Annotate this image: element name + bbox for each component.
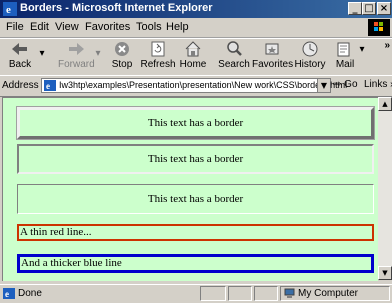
title-bar[interactable]: e Borders - Microsoft Internet Explorer … [0, 0, 392, 18]
groove-border-box: This text has a border [17, 184, 374, 214]
svg-text:e: e [46, 81, 50, 91]
status-text: Done [18, 288, 42, 299]
maximize-button[interactable]: □ [362, 2, 376, 15]
home-button[interactable]: Home [178, 40, 208, 74]
history-label: History [294, 59, 326, 70]
menu-file[interactable]: File [6, 21, 24, 33]
address-label: Address [2, 80, 39, 91]
history-button[interactable]: History [292, 40, 328, 74]
status-panel [254, 286, 278, 301]
window-title: Borders - Microsoft Internet Explorer [20, 2, 213, 14]
page-content: This text has a border This text has a b… [2, 97, 378, 281]
vertical-scrollbar[interactable]: ▲ ▼ [378, 97, 392, 280]
go-arrow-icon: ⇨ [333, 79, 342, 90]
history-icon [302, 41, 318, 57]
stop-button[interactable]: Stop [106, 40, 138, 74]
thick-blue-border-box: And a thicker blue line [17, 254, 374, 273]
address-url: Iw3htp\examples\Presentation\presentatio… [59, 80, 348, 90]
go-label: Go [344, 79, 358, 90]
svg-text:e: e [6, 4, 11, 16]
go-button[interactable]: ⇨ Go [333, 79, 358, 90]
status-panel [228, 286, 252, 301]
mail-button[interactable]: Mail [332, 40, 358, 74]
back-label: Back [8, 59, 32, 70]
forward-label: Forward [58, 59, 95, 70]
search-icon [227, 41, 242, 56]
status-panel [200, 286, 226, 301]
address-input[interactable]: e Iw3htp\examples\Presentation\presentat… [41, 78, 347, 93]
svg-text:e: e [5, 289, 9, 299]
back-button[interactable]: Back [2, 40, 38, 74]
thin-red-border-box: A thin red line... [17, 224, 374, 241]
search-button[interactable]: Search [216, 40, 252, 74]
browser-window: e Borders - Microsoft Internet Explorer … [0, 0, 392, 303]
refresh-label: Refresh [140, 59, 176, 70]
zone-text: My Computer [298, 288, 359, 299]
ie-icon: e [3, 2, 17, 16]
inset-border-box: This text has a border [17, 144, 374, 174]
mail-label: Mail [335, 59, 355, 70]
forward-arrow-icon [69, 43, 84, 55]
favorites-icon [265, 43, 279, 55]
menu-help[interactable]: Help [166, 21, 189, 33]
menu-tools[interactable]: Tools [136, 21, 162, 33]
menu-view[interactable]: View [55, 21, 79, 33]
status-bar: e Done My Computer [0, 284, 392, 303]
favorites-button[interactable]: Favorites [252, 40, 294, 74]
favorites-label: Favorites [252, 59, 294, 70]
address-dropdown-button[interactable]: ▼ [317, 79, 330, 92]
computer-icon [284, 288, 295, 298]
page-icon: e [44, 80, 56, 91]
outset-border-box: This text has a border [16, 106, 375, 140]
page-status-icon: e [3, 288, 15, 299]
links-button[interactable]: Links » [364, 79, 392, 90]
mail-icon [337, 42, 350, 57]
stop-label: Stop [111, 59, 133, 70]
menu-favorites[interactable]: Favorites [85, 21, 130, 33]
forward-button[interactable]: Forward [58, 40, 95, 74]
minimize-button[interactable]: _ [348, 2, 362, 15]
windows-logo [368, 19, 390, 36]
windows-flag-icon [374, 22, 383, 31]
refresh-button[interactable]: Refresh [140, 40, 176, 74]
standard-toolbar: Back ▾ Forward ▾ Stop Refresh Home Searc… [0, 38, 392, 76]
menu-bar: File Edit View Favorites Tools Help [0, 18, 392, 38]
close-button[interactable]: × [377, 2, 391, 15]
scroll-down-arrow-icon[interactable]: ▼ [378, 266, 392, 280]
home-label: Home [179, 59, 207, 70]
home-icon [185, 41, 201, 57]
stop-icon [115, 42, 129, 56]
refresh-icon [151, 41, 165, 57]
scroll-up-arrow-icon[interactable]: ▲ [378, 97, 392, 111]
back-arrow-icon [12, 43, 27, 55]
menu-edit[interactable]: Edit [30, 21, 49, 33]
forward-dropdown[interactable]: ▾ [94, 40, 102, 74]
search-label: Search [218, 59, 250, 70]
toolbar-more-chevron[interactable]: » [384, 40, 390, 51]
address-bar: Address e Iw3htp\examples\Presentation\p… [0, 75, 392, 97]
back-dropdown[interactable]: ▾ [38, 40, 46, 74]
mail-dropdown[interactable]: ▾ [358, 40, 366, 74]
